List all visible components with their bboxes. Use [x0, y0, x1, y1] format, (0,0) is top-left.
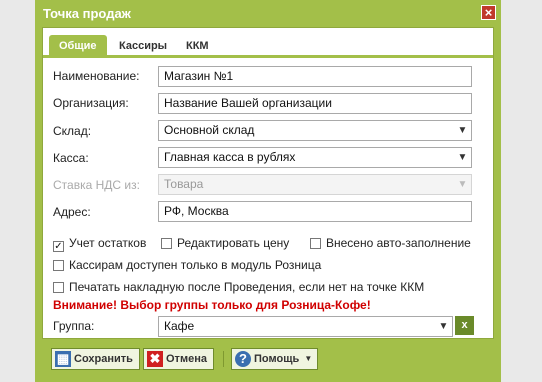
- checkbox-checked-icon[interactable]: ✓: [53, 241, 64, 252]
- tab-kkm[interactable]: ККМ: [176, 35, 219, 58]
- edit-price-checkbox[interactable]: Редактировать цену: [161, 236, 289, 250]
- tab-general[interactable]: Общие: [49, 35, 107, 58]
- toolbar-separator: [223, 351, 224, 367]
- chevron-down-icon[interactable]: ▼: [454, 121, 471, 140]
- help-button[interactable]: ? Помощь ▼: [231, 348, 319, 370]
- print-invoice-label: Печатать накладную после Проведения, есл…: [69, 280, 425, 294]
- chevron-down-icon: ▼: [304, 354, 313, 363]
- address-label: Адрес:: [53, 205, 91, 219]
- tab-cashiers[interactable]: Кассиры: [109, 35, 177, 58]
- help-icon: ?: [235, 351, 251, 367]
- close-icon: ×: [484, 5, 493, 20]
- vat-value: Товара: [164, 177, 204, 191]
- floppy-disk-icon: ▦: [55, 351, 71, 367]
- group-clear-button[interactable]: x: [455, 316, 474, 335]
- checkbox-icon[interactable]: [310, 238, 321, 249]
- group-select[interactable]: Кафе ▼: [158, 316, 453, 337]
- tab-bar: Общие Кассиры ККМ: [43, 28, 493, 58]
- address-input[interactable]: РФ, Москва: [158, 201, 472, 222]
- close-icon: ✖: [147, 351, 163, 367]
- checkbox-icon[interactable]: [53, 260, 64, 271]
- title-bar[interactable]: Точка продаж ×: [35, 0, 501, 27]
- group-value: Кафе: [164, 319, 195, 333]
- cancel-button[interactable]: ✖ Отмена: [143, 348, 214, 370]
- edit-price-label: Редактировать цену: [177, 236, 290, 250]
- save-button-label: Сохранить: [74, 353, 133, 365]
- retail-only-checkbox[interactable]: Кассирам доступен только в модуль Розниц…: [53, 258, 321, 272]
- name-label: Наименование:: [53, 69, 140, 83]
- chevron-down-icon[interactable]: ▼: [435, 317, 452, 336]
- cashbox-label: Касса:: [53, 151, 89, 165]
- form-panel: Общие Кассиры ККМ Наименование: Магазин …: [42, 27, 494, 339]
- warehouse-value: Основной склад: [164, 123, 255, 137]
- save-button[interactable]: ▦ Сохранить: [51, 348, 140, 370]
- help-button-label: Помощь: [254, 353, 300, 365]
- group-label: Группа:: [53, 319, 95, 333]
- dialog-title: Точка продаж: [43, 6, 131, 21]
- stock-tracking-checkbox[interactable]: ✓ Учет остатков: [53, 236, 146, 252]
- organization-label: Организация:: [53, 96, 129, 110]
- organization-input[interactable]: Название Вашей организации: [158, 93, 472, 114]
- clear-icon: x: [461, 319, 468, 331]
- print-invoice-checkbox[interactable]: Печатать накладную после Проведения, есл…: [53, 280, 424, 294]
- vat-select: Товара ▼: [158, 174, 472, 195]
- retail-only-label: Кассирам доступен только в модуль Розниц…: [69, 258, 322, 272]
- name-input[interactable]: Магазин №1: [158, 66, 472, 87]
- chevron-down-icon: ▼: [457, 179, 468, 190]
- group-warning: Внимание! Выбор группы только для Розниц…: [53, 298, 371, 312]
- vat-label: Ставка НДС из:: [53, 178, 140, 192]
- warehouse-select[interactable]: Основной склад ▼: [158, 120, 472, 141]
- cashbox-value: Главная касса в рублях: [164, 150, 296, 164]
- stock-tracking-label: Учет остатков: [69, 236, 147, 250]
- autofill-checkbox[interactable]: Внесено авто-заполнение: [310, 236, 471, 250]
- dialog-window: Точка продаж × Общие Кассиры ККМ Наимено…: [35, 0, 501, 382]
- checkbox-icon[interactable]: [53, 282, 64, 293]
- autofill-label: Внесено авто-заполнение: [326, 236, 471, 250]
- checkbox-icon[interactable]: [161, 238, 172, 249]
- warehouse-label: Склад:: [53, 124, 92, 138]
- close-button[interactable]: ×: [481, 5, 496, 20]
- chevron-down-icon[interactable]: ▼: [454, 148, 471, 167]
- cancel-button-label: Отмена: [166, 353, 207, 365]
- cashbox-select[interactable]: Главная касса в рублях ▼: [158, 147, 472, 168]
